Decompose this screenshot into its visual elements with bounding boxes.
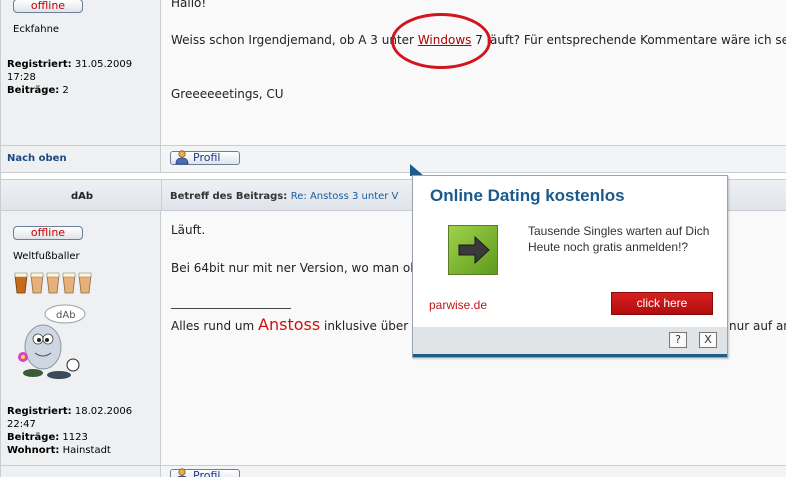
- signature-text: inklusive über: [320, 319, 413, 333]
- click-here-button[interactable]: click here: [611, 292, 713, 315]
- subject-link[interactable]: Re: Anstoss 3 unter V: [291, 191, 399, 202]
- subject-label: Betreff des Beitrags:: [170, 191, 288, 202]
- profile-button-label: Profil: [193, 151, 221, 164]
- posts-value: 1123: [62, 432, 88, 443]
- post-line: Läuft.: [171, 223, 206, 237]
- post1-footer-right: Profil: [162, 146, 786, 172]
- post1-author-panel: offline Eckfahne Registriert: 31.05.2009…: [1, 0, 161, 145]
- post-line: Bei 64bit nur mit ner Version, wo man oh: [171, 261, 418, 275]
- back-to-top-link[interactable]: Nach oben: [7, 153, 67, 164]
- user-icon: [177, 468, 187, 477]
- post1-footer-left: Nach oben: [1, 146, 161, 172]
- avatar-text: dAb: [56, 310, 76, 321]
- beer-icon: [78, 272, 92, 294]
- user-rank: Eckfahne: [13, 24, 60, 35]
- annotation-circle: [391, 13, 491, 69]
- post-text-segment: 7 läuft? Für entsprechende Kommentare wä…: [471, 33, 786, 47]
- column-divider: [161, 180, 162, 210]
- user-icon: [175, 150, 189, 165]
- arrow-right-icon[interactable]: [448, 225, 498, 275]
- post-line: Hallo!: [171, 0, 207, 10]
- profile-button[interactable]: Profil: [170, 150, 240, 165]
- post2-author-panel: offline Weltfußballer dAb Registriert: 1…: [1, 211, 161, 465]
- online-status-badge: offline: [13, 0, 83, 13]
- posts-value: 2: [62, 85, 69, 96]
- registered-label: Registriert:: [7, 59, 72, 70]
- signature-line-end: nur auf an: [729, 319, 786, 333]
- post2-footer-right: Profil: [162, 466, 786, 477]
- beer-icon: [62, 272, 76, 294]
- popup-footer: ? X: [413, 327, 727, 357]
- beer-icon: [14, 272, 28, 294]
- beer-icon: [30, 272, 44, 294]
- beer-icon: [46, 272, 60, 294]
- registered-label: Registriert:: [7, 406, 72, 417]
- popup-body[interactable]: Tausende Singles warten auf Dich Heute n…: [528, 223, 718, 255]
- signature-divider: [171, 308, 291, 309]
- arrow-right-glyph: [458, 235, 490, 265]
- location-value: Hainstadt: [62, 445, 111, 456]
- popup-title[interactable]: Online Dating kostenlos: [430, 186, 625, 206]
- profile-button-label: Profil: [193, 469, 221, 477]
- post-author-name[interactable]: dAb: [71, 191, 93, 202]
- rank-beer-icons: [14, 272, 92, 294]
- help-icon[interactable]: ?: [669, 332, 687, 348]
- post-line: Greeeeeetings, CU: [171, 87, 284, 101]
- post-subject: Betreff des Beitrags: Re: Anstoss 3 unte…: [170, 191, 398, 202]
- profile-button[interactable]: Profil: [170, 468, 240, 477]
- avatar: dAb: [18, 304, 86, 379]
- user-meta: Registriert: 18.02.2006 22:47 Beiträge: …: [7, 405, 157, 457]
- posts-label: Beiträge:: [7, 85, 60, 96]
- anstoss-link[interactable]: Anstoss: [258, 315, 320, 334]
- popup-source-link[interactable]: parwise.de: [429, 298, 487, 312]
- dating-ad-popup[interactable]: Online Dating kostenlos Tausende Singles…: [412, 175, 728, 358]
- online-status-badge: offline: [13, 226, 83, 240]
- location-label: Wohnort:: [7, 445, 60, 456]
- signature-text: Alles rund um: [171, 319, 259, 333]
- user-meta: Registriert: 31.05.2009 17:28 Beiträge: …: [7, 58, 157, 97]
- signature-line: Alles rund um Anstoss inklusive über 3: [171, 315, 422, 334]
- post-text-segment: Weiss schon Irgendjemand, ob A 3 unter: [171, 33, 418, 47]
- posts-label: Beiträge:: [7, 432, 60, 443]
- close-icon[interactable]: X: [699, 332, 717, 348]
- post2-footer-left: [1, 466, 161, 477]
- user-rank: Weltfußballer: [13, 251, 80, 262]
